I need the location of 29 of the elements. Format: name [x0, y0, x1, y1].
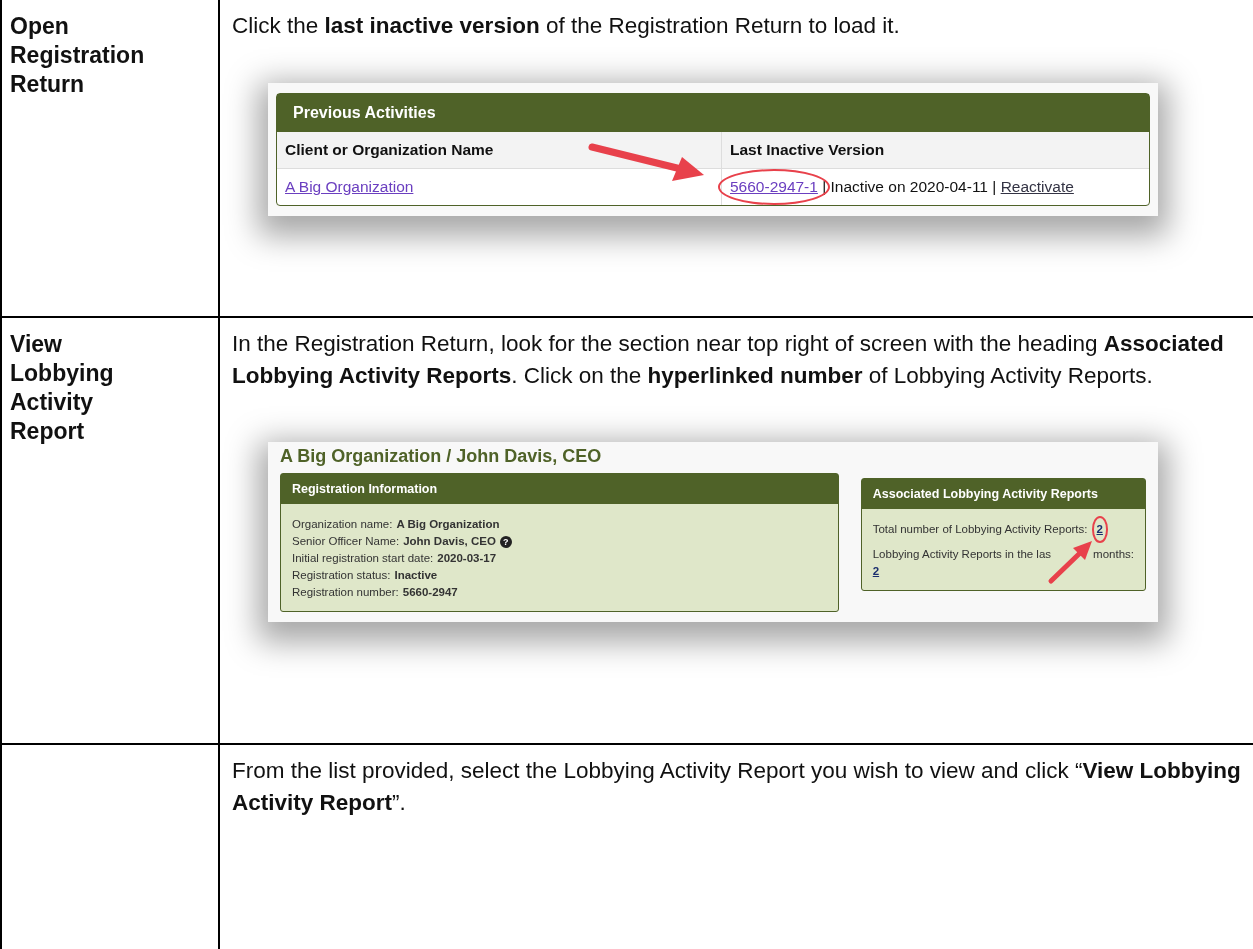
field-label: Registration status:: [292, 568, 391, 583]
page-heading: A Big Organization / John Davis, CEO: [280, 446, 603, 467]
field-label: Initial registration start date:: [292, 551, 434, 566]
panel-title: Associated Lobbying Activity Reports: [861, 479, 1145, 509]
version-link[interactable]: 5660-2947-1: [730, 178, 818, 195]
instruction-text: From the list provided, select the Lobbying Activity Report you wish to view and click “View Lobbying Activity Report”.: [232, 757, 1242, 817]
total-count-link[interactable]: 2: [1096, 521, 1103, 538]
total-label: Total number of Lobbying Activity Reports:: [872, 522, 1088, 537]
field-value: A Big Organization: [396, 517, 500, 532]
field-label: Registration number:: [292, 585, 399, 600]
reactivate-link[interactable]: Reactivate: [1000, 178, 1074, 195]
panel-title: Previous Activities: [277, 94, 1149, 132]
recent-label: Lobbying Activity Reports in the las: [872, 547, 1052, 562]
help-icon[interactable]: ?: [499, 535, 512, 548]
field-value: John Davis, CEO: [403, 534, 496, 549]
step-title: View Lobbying Activity Report: [10, 330, 115, 446]
panel-title: Registration Information: [281, 474, 838, 504]
instruction-text: In the Registration Return, look for the section near top right of screen with the heading Associated Lobbying Activity Reports. Click on the hyperlinked number of Lobbying Activity Reports.: [232, 330, 1225, 390]
column-header: Last Inactive Version: [729, 140, 886, 160]
recent-count-link[interactable]: 2: [872, 563, 880, 580]
recent-label: months:: [1093, 547, 1134, 562]
field-value: Inactive: [394, 568, 438, 583]
field-value: 2020-03-17: [437, 551, 497, 566]
step-title: Open Registration Return: [10, 12, 146, 99]
field-label: Organization name:: [292, 517, 393, 532]
field-label: Senior Officer Name:: [292, 534, 400, 549]
instruction-text: Click the last inactive version of the Registration Return to load it.: [232, 12, 901, 40]
organization-link[interactable]: A Big Organization: [285, 178, 414, 195]
field-value: 5660-2947: [402, 585, 458, 600]
